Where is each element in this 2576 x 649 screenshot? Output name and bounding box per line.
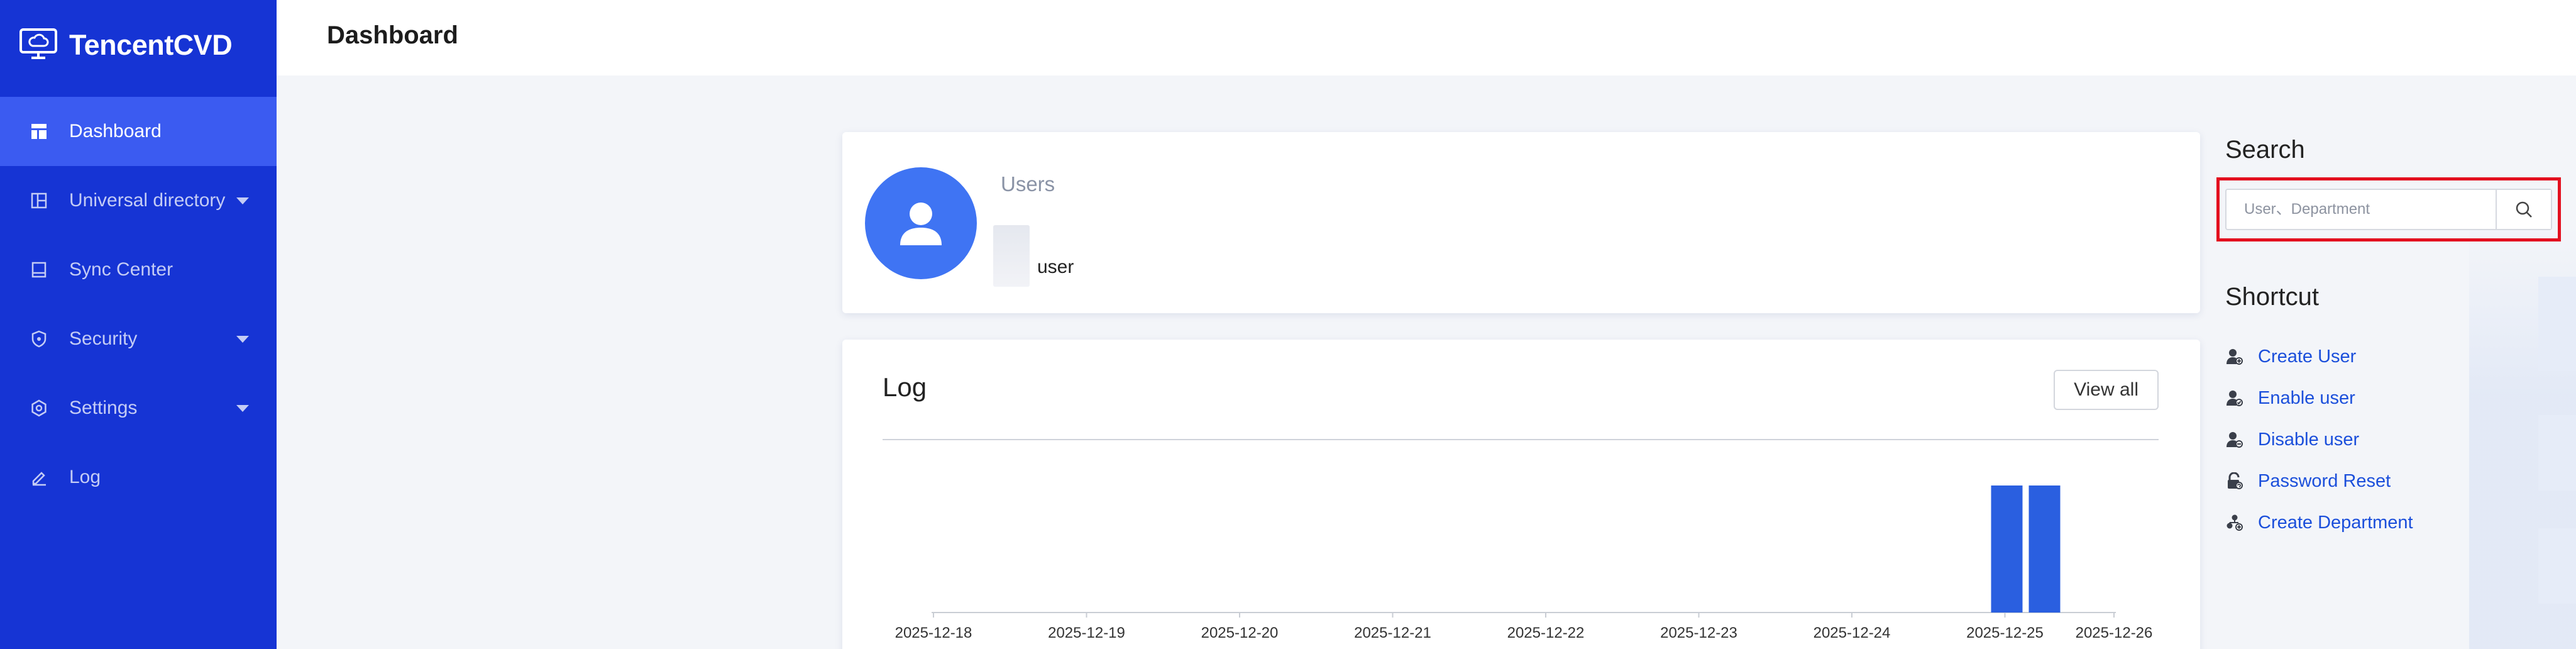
x-tick-label: 2025-12-19	[1048, 624, 1125, 641]
sidebar-item-label: Dashboard	[69, 121, 162, 141]
log-title: Log	[883, 372, 927, 402]
decor-strip	[2538, 415, 2576, 491]
chevron-down-icon	[236, 336, 249, 343]
shortcut-disable-user[interactable]: Disable user	[2225, 419, 2413, 460]
x-tick-label: 2025-12-23	[1660, 624, 1737, 641]
sidebar-item-security[interactable]: Security	[0, 304, 277, 374]
shortcut-create-user[interactable]: Create User	[2225, 336, 2413, 377]
monitor-cloud-icon	[19, 28, 58, 64]
sidebar-item-label: Security	[69, 328, 138, 349]
user-disable-icon	[2225, 430, 2244, 449]
sidebar-item-label: Universal directory	[69, 190, 226, 211]
search-input[interactable]	[2226, 190, 2496, 229]
shield-icon	[29, 329, 49, 349]
decor-strip	[2538, 277, 2576, 371]
x-tick-label: 2025-12-18	[895, 624, 972, 641]
sidebar-item-sync-center[interactable]: Sync Center	[0, 235, 277, 304]
decor-strip	[2538, 528, 2576, 604]
shortcut-password-reset[interactable]: Password Reset	[2225, 460, 2413, 502]
shortcut-create-department[interactable]: Create Department	[2225, 502, 2413, 543]
background-decoration	[2469, 226, 2576, 649]
shortcut-list: Create User Enable user Disable user Pas…	[2225, 336, 2413, 543]
user-enable-icon	[2225, 389, 2244, 408]
shortcut-label: Password Reset	[2258, 470, 2391, 491]
view-all-button[interactable]: View all	[2054, 370, 2159, 410]
sidebar-item-label: Settings	[69, 397, 138, 418]
shortcut-label: Create User	[2258, 346, 2357, 367]
avatar	[865, 167, 977, 279]
x-tick-label: 2025-12-25	[1966, 624, 2044, 641]
search-box	[2225, 189, 2552, 230]
log-card: 2025-12-18 2025-12-19 2025-12-20 2025-12-21…	[842, 340, 2200, 649]
search-title: Search	[2225, 136, 2305, 164]
log-chart: 2025-12-18 2025-12-19 2025-12-20 2025-12-21…	[895, 485, 2153, 641]
users-count-placeholder	[993, 225, 1030, 287]
shortcut-label: Create Department	[2258, 512, 2413, 533]
chart-bar	[1991, 485, 2023, 613]
sidebar-item-dashboard[interactable]: Dashboard	[0, 97, 277, 166]
directory-icon	[29, 191, 49, 211]
edit-icon	[29, 467, 49, 487]
sync-icon	[29, 260, 49, 280]
dashboard-icon	[29, 121, 49, 141]
search-button[interactable]	[2496, 190, 2551, 229]
shortcut-label: Disable user	[2258, 429, 2360, 450]
search-icon	[2516, 201, 2532, 218]
gear-icon	[29, 398, 49, 418]
x-tick-label: 2025-12-24	[1814, 624, 1891, 641]
x-tick-label: 2025-12-26	[2076, 624, 2153, 641]
users-title: Users	[1001, 172, 1055, 196]
sidebar: TencentCVD Dashboard Universal directory…	[0, 0, 277, 649]
users-card: Users user	[842, 132, 2200, 313]
divider	[883, 439, 2159, 440]
user-add-icon	[2225, 347, 2244, 366]
chart-bar	[2028, 485, 2061, 613]
sidebar-item-universal-directory[interactable]: Universal directory	[0, 166, 277, 235]
user-icon	[900, 202, 942, 245]
x-tick-label: 2025-12-21	[1354, 624, 1431, 641]
sidebar-item-log[interactable]: Log	[0, 443, 277, 512]
chevron-down-icon	[236, 405, 249, 412]
app-name: TencentCVD	[69, 29, 233, 61]
page-title: Dashboard	[327, 21, 458, 49]
users-unit: user	[1037, 257, 1074, 277]
sidebar-item-label: Log	[69, 467, 101, 487]
sidebar-menu: Dashboard Universal directory Sync Cente…	[0, 97, 277, 512]
sidebar-item-settings[interactable]: Settings	[0, 374, 277, 443]
shortcut-label: Enable user	[2258, 387, 2355, 408]
chevron-down-icon	[236, 197, 249, 204]
sidebar-item-label: Sync Center	[69, 259, 173, 280]
x-tick-label: 2025-12-20	[1201, 624, 1279, 641]
department-icon	[2225, 513, 2244, 532]
brand[interactable]: TencentCVD	[19, 26, 233, 64]
shortcut-title: Shortcut	[2225, 283, 2319, 311]
lock-reset-icon	[2225, 472, 2244, 491]
x-tick-label: 2025-12-22	[1507, 624, 1585, 641]
shortcut-enable-user[interactable]: Enable user	[2225, 377, 2413, 419]
top-header: Dashboard	[277, 0, 2576, 75]
